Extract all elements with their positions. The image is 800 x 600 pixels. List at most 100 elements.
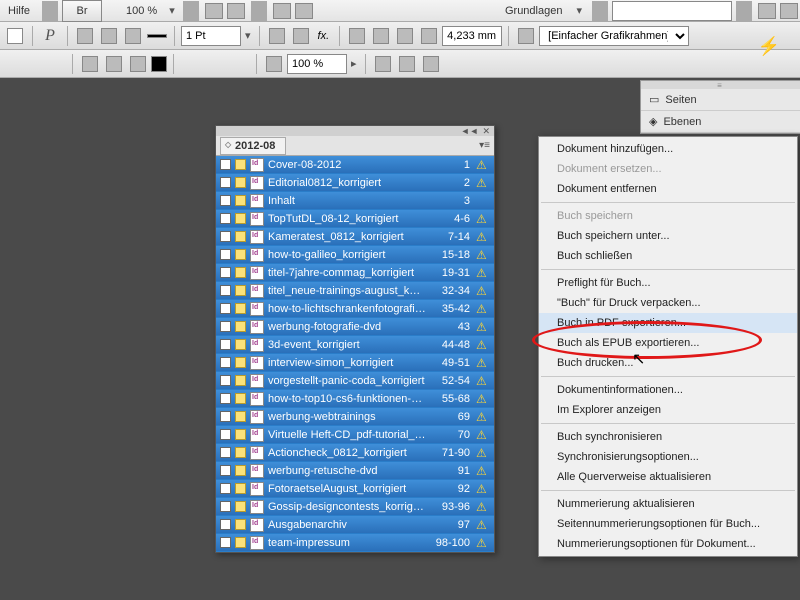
row-checkbox[interactable] (220, 267, 231, 278)
book-row[interactable]: how-to-galileo_korrigiert15-18 (216, 246, 494, 264)
row-checkbox[interactable] (220, 537, 231, 548)
window-icon[interactable] (756, 0, 778, 22)
panel-grip[interactable] (641, 81, 800, 89)
book-row[interactable]: werbung-retusche-dvd91 (216, 462, 494, 480)
size-input[interactable] (442, 26, 502, 46)
row-checkbox[interactable] (220, 393, 231, 404)
search-input[interactable] (612, 1, 732, 21)
fx-button[interactable]: fx. (314, 30, 334, 42)
corner2-icon[interactable] (290, 25, 312, 47)
icon-a[interactable] (263, 53, 285, 75)
book-row[interactable]: how-to-lichtschrankenfotografie…35-42 (216, 300, 494, 318)
bridge-button[interactable]: Br (62, 0, 102, 22)
opacity-input[interactable] (287, 54, 347, 74)
wrap3-icon[interactable] (418, 25, 440, 47)
book-row[interactable]: Ausgabenarchiv97 (216, 516, 494, 534)
stroke-style-icon[interactable] (146, 25, 168, 47)
row-checkbox[interactable] (220, 303, 231, 314)
menu-item[interactable]: Preflight für Buch... (539, 273, 797, 293)
menu-item[interactable]: Dokumentinformationen... (539, 380, 797, 400)
book-row[interactable]: vorgestellt-panic-coda_korrigiert52-54 (216, 372, 494, 390)
char5-icon[interactable] (103, 53, 125, 75)
char4-icon[interactable] (79, 53, 101, 75)
book-row[interactable]: Actioncheck_0812_korrigiert71-90 (216, 444, 494, 462)
book-panel-header[interactable]: ◄◄ ✕ (216, 126, 494, 136)
book-row[interactable]: Kameratest_0812_korrigiert7-14 (216, 228, 494, 246)
row-checkbox[interactable] (220, 213, 231, 224)
book-row[interactable]: FotoraetselAugust_korrigiert92 (216, 480, 494, 498)
book-row[interactable]: werbung-fotografie-dvd43 (216, 318, 494, 336)
row-checkbox[interactable] (220, 519, 231, 530)
frame-select[interactable]: [Einfacher Grafikrahmen] (539, 26, 689, 46)
zoom-value[interactable]: 100 % (118, 5, 165, 17)
row-checkbox[interactable] (220, 249, 231, 260)
book-row[interactable]: interview-simon_korrigiert49-51 (216, 354, 494, 372)
book-row[interactable]: Virtuelle Heft-CD_pdf-tutorial_korr…70 (216, 426, 494, 444)
char3-icon[interactable] (122, 25, 144, 47)
menu-item[interactable]: "Buch" für Druck verpacken... (539, 293, 797, 313)
screen-mode-icon[interactable] (225, 0, 247, 22)
workspace-switcher[interactable]: Grundlagen (497, 5, 571, 17)
row-checkbox[interactable] (220, 159, 231, 170)
menu-item[interactable]: Dokument hinzufügen... (539, 139, 797, 159)
char2-icon[interactable] (98, 25, 120, 47)
close-icon[interactable]: ✕ (482, 126, 490, 137)
view-mode-icon[interactable] (203, 0, 225, 22)
menu-item[interactable]: Buch drucken... (539, 353, 797, 373)
book-row[interactable]: how-to-top10-cs6-funktionen-dr…55-68 (216, 390, 494, 408)
row-checkbox[interactable] (220, 465, 231, 476)
book-tab[interactable]: 2012-08 (220, 137, 286, 155)
wrap-icon[interactable] (370, 25, 392, 47)
menu-item[interactable]: Buch speichern unter... (539, 226, 797, 246)
book-row[interactable]: 3d-event_korrigiert44-48 (216, 336, 494, 354)
paragraph-icon[interactable]: P (39, 25, 61, 47)
menu-item[interactable]: Nummerierungsoptionen für Dokument... (539, 534, 797, 554)
row-checkbox[interactable] (220, 357, 231, 368)
row-checkbox[interactable] (220, 285, 231, 296)
book-row[interactable]: Inhalt3 (216, 192, 494, 210)
menu-item[interactable]: Seitennummerierungsoptionen für Buch... (539, 514, 797, 534)
ref-point-icon[interactable] (4, 25, 26, 47)
fit2-icon[interactable] (396, 53, 418, 75)
row-checkbox[interactable] (220, 339, 231, 350)
wrap2-icon[interactable] (394, 25, 416, 47)
book-row[interactable]: TopTutDL_08-12_korrigiert4-6 (216, 210, 494, 228)
row-checkbox[interactable] (220, 177, 231, 188)
row-checkbox[interactable] (220, 447, 231, 458)
row-checkbox[interactable] (220, 483, 231, 494)
book-row[interactable]: Cover-08-20121 (216, 156, 494, 174)
fill-swatch[interactable] (151, 56, 167, 72)
book-row[interactable]: team-impressum98-100 (216, 534, 494, 552)
quick-apply-icon[interactable]: ⚡ (758, 36, 780, 57)
arrange2-icon[interactable] (293, 0, 315, 22)
fit1-icon[interactable] (372, 53, 394, 75)
menu-item[interactable]: Buch als EPUB exportieren... (539, 333, 797, 353)
fit3-icon[interactable] (420, 53, 442, 75)
row-checkbox[interactable] (220, 375, 231, 386)
row-checkbox[interactable] (220, 231, 231, 242)
menu-item[interactable]: Buch schließen (539, 246, 797, 266)
book-row[interactable]: werbung-webtrainings69 (216, 408, 494, 426)
row-checkbox[interactable] (220, 429, 231, 440)
row-checkbox[interactable] (220, 411, 231, 422)
align-icon[interactable] (346, 25, 368, 47)
book-row[interactable]: titel_neue-trainings-august_kor…32-34 (216, 282, 494, 300)
menu-item[interactable]: Synchronisierungsoptionen... (539, 447, 797, 467)
char6-icon[interactable] (127, 53, 149, 75)
char-icon[interactable] (74, 25, 96, 47)
row-checkbox[interactable] (220, 195, 231, 206)
book-row[interactable]: titel-7jahre-commag_korrigiert19-31 (216, 264, 494, 282)
book-row[interactable]: Editorial0812_korrigiert2 (216, 174, 494, 192)
panel-ebenen[interactable]: ◈ Ebenen (641, 111, 800, 133)
menu-item[interactable]: Im Explorer anzeigen (539, 400, 797, 420)
panel-seiten[interactable]: ▭ Seiten (641, 89, 800, 111)
window2-icon[interactable] (778, 0, 800, 22)
collapse-icon[interactable]: ◄◄ (461, 126, 479, 136)
menu-item[interactable]: Buch synchronisieren (539, 427, 797, 447)
menu-item[interactable]: Alle Querverweise aktualisieren (539, 467, 797, 487)
book-row[interactable]: Gossip-designcontests_korrigiert93-96 (216, 498, 494, 516)
menu-item[interactable]: Dokument entfernen (539, 179, 797, 199)
menu-item[interactable]: Buch in PDF exportieren... (539, 313, 797, 333)
menu-item[interactable]: Nummerierung aktualisieren (539, 494, 797, 514)
menu-help[interactable]: Hilfe (0, 5, 38, 17)
